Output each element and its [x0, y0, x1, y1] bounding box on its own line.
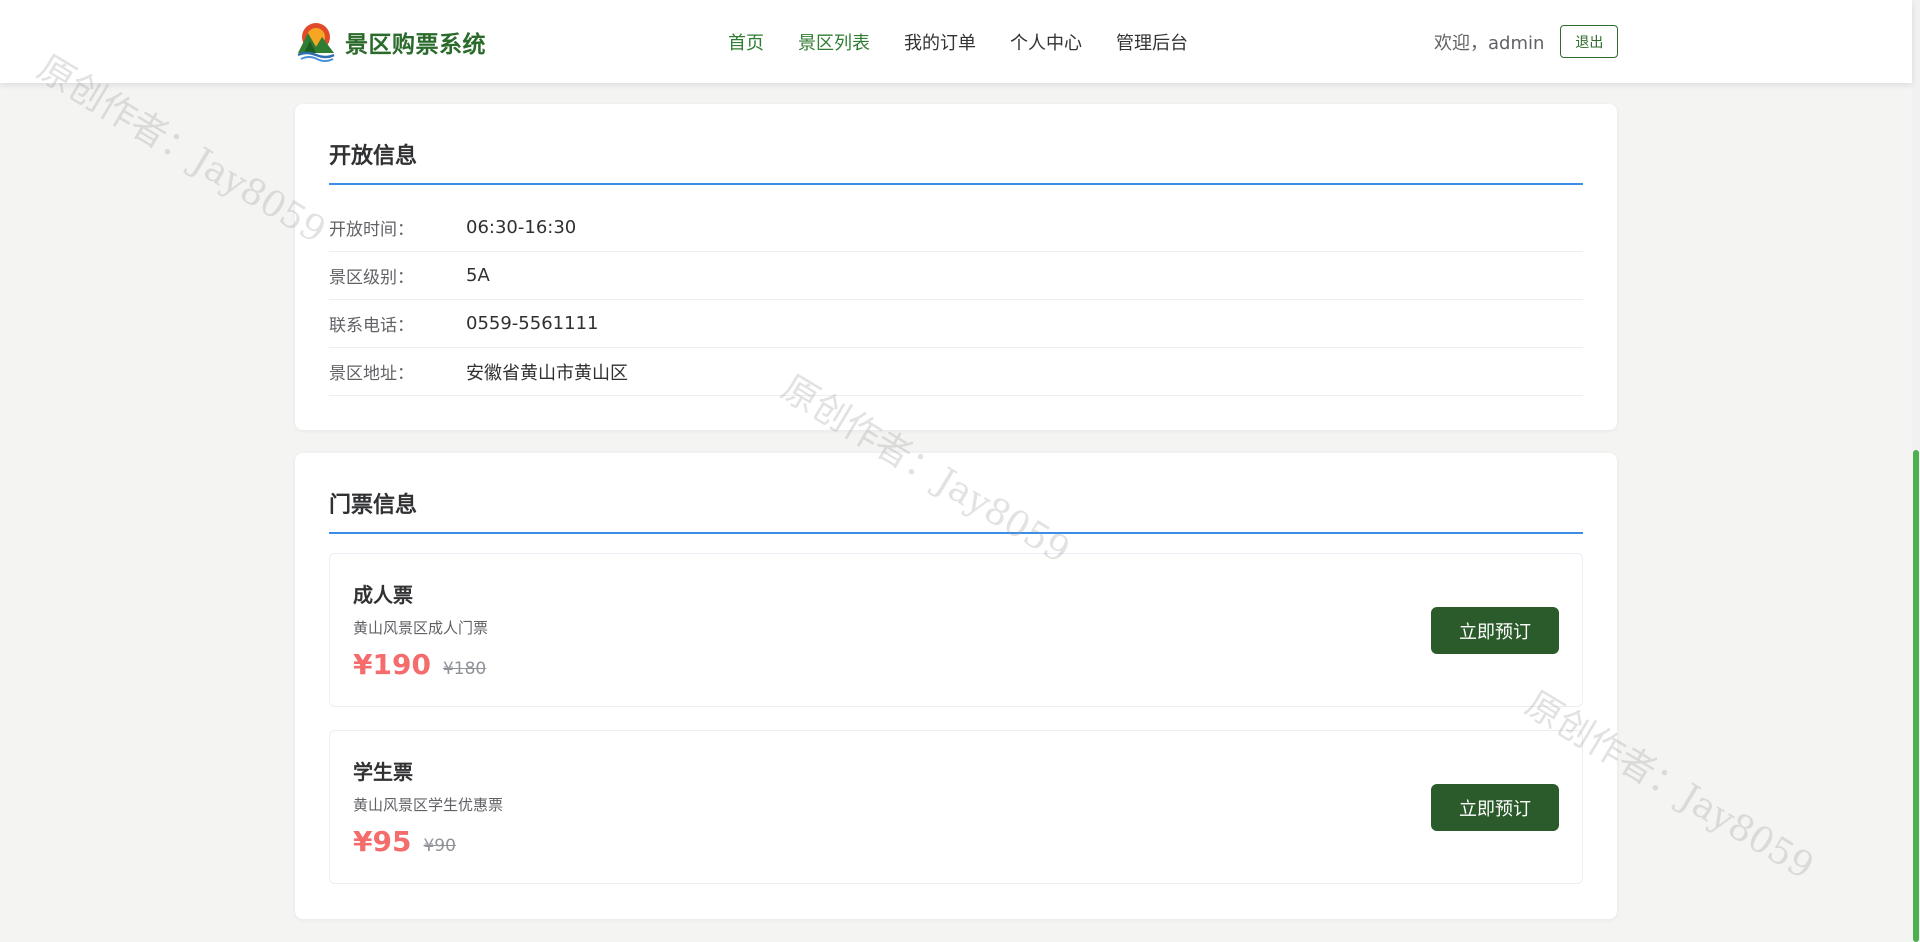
ticket-price: ¥95: [353, 825, 412, 858]
info-value: 06:30-16:30: [466, 217, 577, 238]
logout-button[interactable]: 退出: [1560, 25, 1619, 58]
info-value: 5A: [466, 265, 490, 286]
nav-user-center[interactable]: 个人中心: [1010, 29, 1082, 55]
book-now-button[interactable]: 立即预订: [1431, 607, 1559, 654]
ticket-name: 成人票: [353, 583, 413, 607]
ticket-info-card: 门票信息 成人票 黄山风景区成人门票 ¥190 ¥180 立即预订 学生票 黄山…: [295, 453, 1617, 919]
welcome-text: 欢迎，admin: [1434, 32, 1545, 54]
ticket-name: 学生票: [353, 760, 413, 784]
site-logo[interactable]: 景区购票系统: [295, 21, 486, 63]
logo-text: 景区购票系统: [345, 32, 486, 58]
nav-home[interactable]: 首页: [728, 29, 764, 55]
ticket-original-price: ¥180: [442, 659, 487, 679]
info-label: 景区地址：: [329, 364, 414, 384]
ticket-price: ¥190: [353, 648, 431, 681]
top-header: 景区购票系统 首页 景区列表 我的订单 个人中心 管理后台 欢迎，admin 退…: [0, 0, 1912, 83]
info-row-address: 景区地址： 安徽省黄山市黄山区: [329, 348, 1583, 396]
open-info-title: 开放信息: [329, 136, 1583, 185]
mountain-logo-icon: [297, 23, 335, 62]
info-label: 联系电话：: [329, 316, 414, 336]
info-row-open-time: 开放时间： 06:30-16:30: [329, 204, 1583, 252]
open-info-card: 开放信息 开放时间： 06:30-16:30 景区级别： 5A 联系电话： 05…: [295, 104, 1617, 430]
nav-admin[interactable]: 管理后台: [1116, 29, 1188, 55]
price-row: ¥190 ¥180: [353, 648, 486, 681]
ticket-item-adult: 成人票 黄山风景区成人门票 ¥190 ¥180 立即预订: [329, 553, 1583, 707]
price-row: ¥95 ¥90: [353, 825, 456, 858]
main-nav: 首页 景区列表 我的订单 个人中心 管理后台: [728, 0, 1188, 83]
info-label: 开放时间：: [329, 220, 414, 240]
ticket-desc: 黄山风景区成人门票: [353, 619, 489, 637]
ticket-info-title: 门票信息: [329, 485, 1583, 534]
user-area: 欢迎，admin 退出: [1434, 25, 1619, 58]
ticket-original-price: ¥90: [423, 836, 456, 856]
info-value: 0559-5561111: [466, 313, 599, 334]
info-label: 景区级别：: [329, 268, 414, 288]
scrollbar-thumb[interactable]: [1913, 450, 1919, 942]
book-now-button[interactable]: 立即预订: [1431, 784, 1559, 831]
nav-my-orders[interactable]: 我的订单: [904, 29, 976, 55]
ticket-item-student: 学生票 黄山风景区学生优惠票 ¥95 ¥90 立即预订: [329, 730, 1583, 884]
nav-scenic-list[interactable]: 景区列表: [798, 29, 870, 55]
ticket-desc: 黄山风景区学生优惠票: [353, 796, 504, 814]
info-row-level: 景区级别： 5A: [329, 252, 1583, 300]
info-row-phone: 联系电话： 0559-5561111: [329, 300, 1583, 348]
info-value: 安徽省黄山市黄山区: [466, 362, 628, 384]
